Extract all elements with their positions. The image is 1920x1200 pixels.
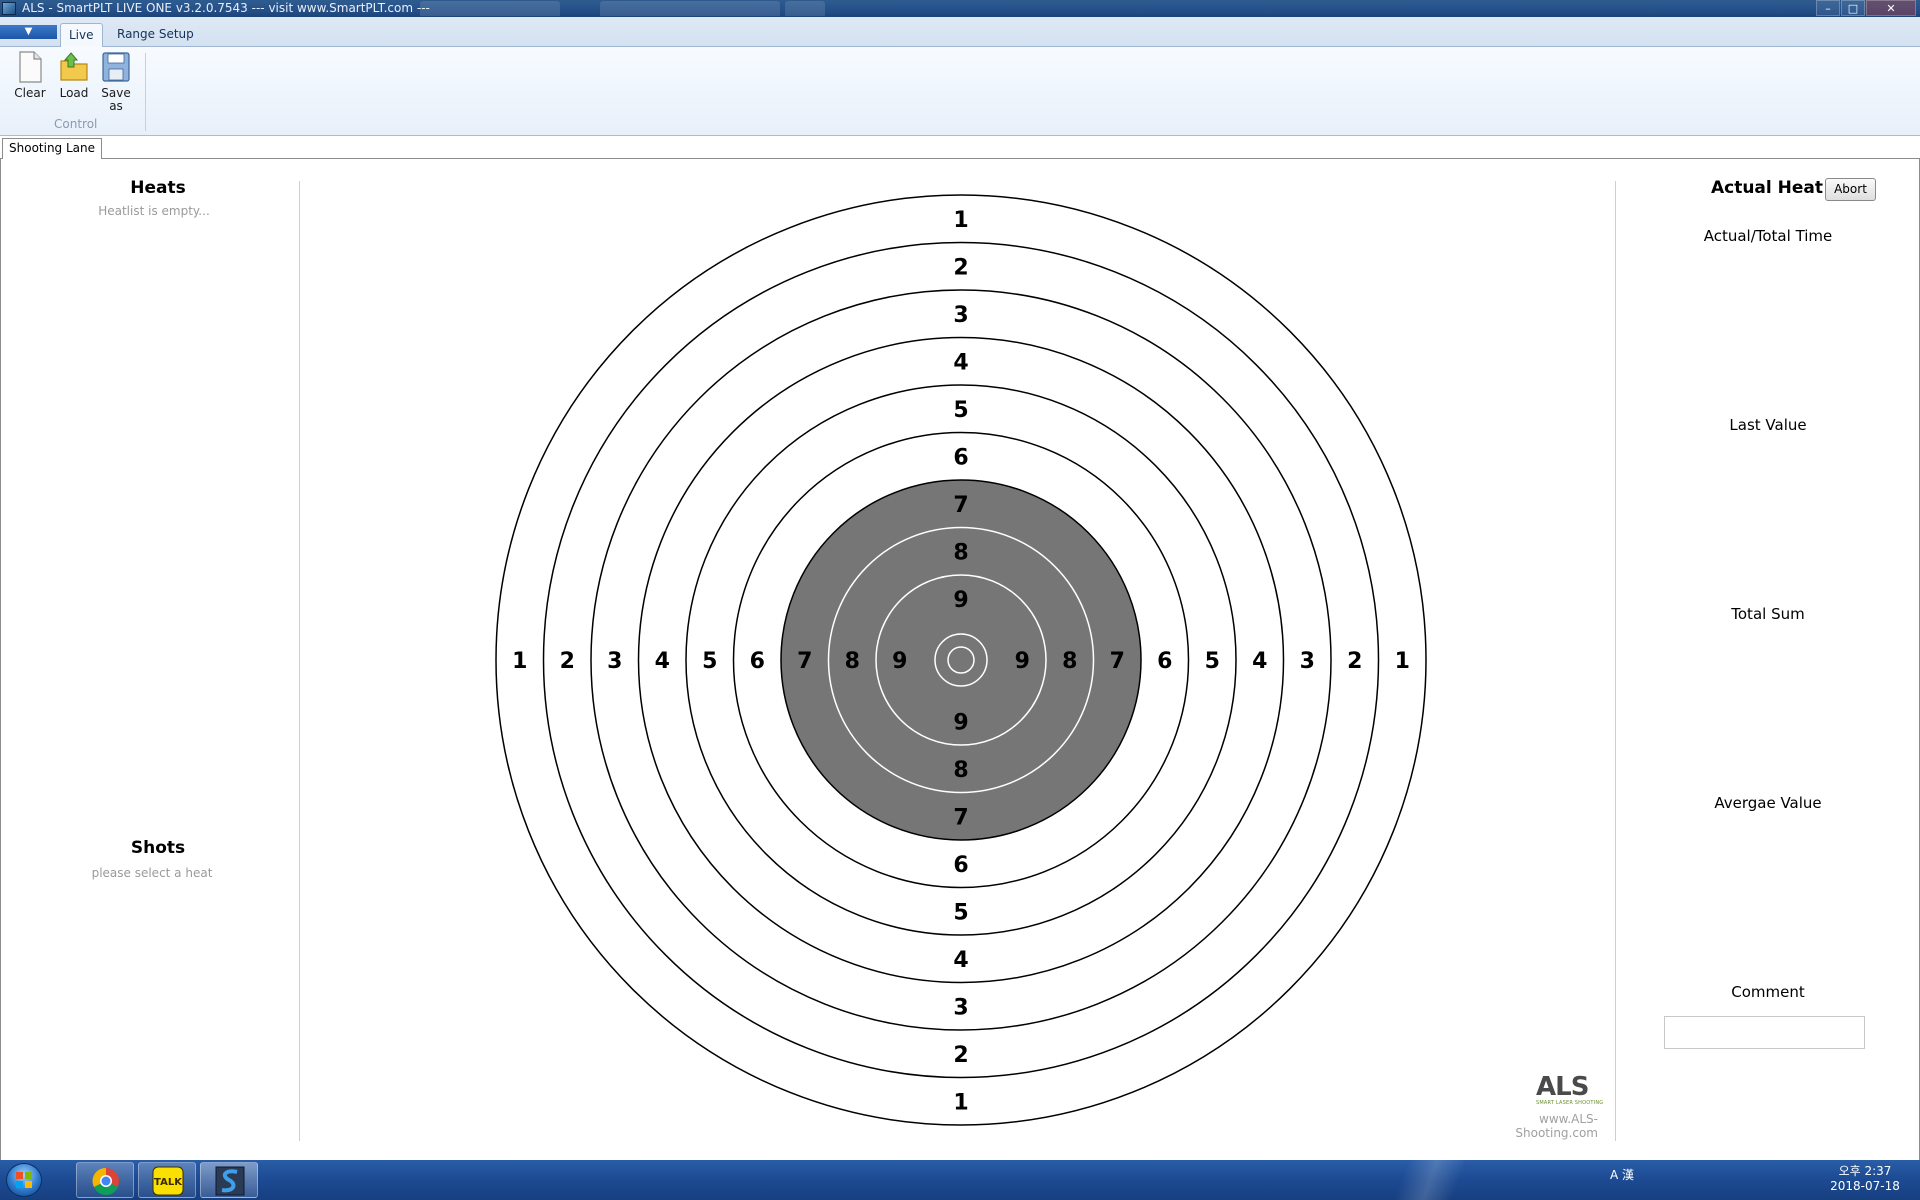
app-menu-button[interactable]: ▼: [0, 25, 57, 39]
minimize-button[interactable]: –: [1816, 0, 1840, 16]
load-button[interactable]: Load: [54, 51, 94, 100]
heats-empty-text: Heatlist is empty...: [98, 204, 210, 218]
chevron-down-icon: ▼: [24, 26, 33, 37]
ribbon-group-separator: [145, 53, 146, 131]
tab-range-setup[interactable]: Range Setup: [109, 23, 202, 47]
app-icon[interactable]: [2, 2, 16, 15]
chrome-icon: [92, 1167, 119, 1195]
ring-label-right-7: 7: [1110, 649, 1125, 674]
website-link[interactable]: www.ALS-Shooting.com: [1460, 1112, 1598, 1140]
clock-time: 오후 2:37: [1838, 1164, 1892, 1178]
ring-label-bottom-9: 9: [953, 710, 968, 735]
actual-heat-title: Actual Heat: [1710, 178, 1824, 198]
ring-label-left-1: 1: [512, 649, 527, 674]
tab-shooting-lane[interactable]: Shooting Lane: [2, 138, 103, 159]
taskbar: TALK A 漢 오후 2:37 2018-07-18: [0, 1160, 1920, 1200]
ring-label-top-7: 7: [953, 493, 968, 518]
total-sum-label: Total Sum: [1731, 605, 1805, 623]
ribbon-group-label: Control: [54, 117, 98, 131]
ring-label-left-8: 8: [845, 649, 860, 674]
document-tab-strip: Shooting Lane: [0, 136, 1920, 159]
maximize-button[interactable]: □: [1841, 0, 1865, 16]
target-ring-10: [934, 633, 988, 687]
ribbon-tab-strip: ▼ Live Range Setup: [0, 17, 1920, 47]
ribbon-panel: Clear Load Save as Control: [0, 47, 1920, 136]
system-tray[interactable]: A 漢: [1610, 1166, 1634, 1183]
ring-label-left-7: 7: [797, 649, 812, 674]
ring-label-top-4: 4: [953, 350, 968, 375]
ring-label-right-4: 4: [1252, 649, 1267, 674]
last-value-label: Last Value: [1729, 416, 1807, 434]
windows-logo-icon: [16, 1172, 32, 1188]
ring-label-top-9: 9: [953, 588, 968, 613]
ring-label-top-2: 2: [953, 255, 968, 280]
ring-label-bottom-7: 7: [953, 805, 968, 830]
right-panel-divider: [1615, 181, 1616, 1141]
save-as-button[interactable]: Save as: [96, 51, 136, 113]
ring-label-bottom-6: 6: [953, 853, 968, 878]
logo-text: ALS: [1536, 1072, 1589, 1102]
ring-label-right-6: 6: [1157, 649, 1172, 674]
title-bar: ALS - SmartPLT LIVE ONE v3.2.0.7543 --- …: [0, 0, 1920, 17]
shooting-target[interactable]: 1 1 1 1 2 2 2 2 3 3 3 3 4 4 4 4 5 5 5 5 6 6 6 6 7 7 7 7 8 8 8 8 9 9 9 9: [494, 193, 1428, 1127]
clock-date: 2018-07-18: [1830, 1179, 1900, 1193]
load-button-label: Load: [59, 86, 89, 100]
window-title: ALS - SmartPLT LIVE ONE v3.2.0.7543 --- …: [22, 1, 430, 15]
taskbar-clock[interactable]: 오후 2:37 2018-07-18: [1820, 1164, 1910, 1194]
talk-icon: TALK: [152, 1166, 184, 1196]
ring-label-left-2: 2: [560, 649, 575, 674]
talk-icon-label: TALK: [154, 1177, 183, 1188]
save-icon: [102, 52, 130, 82]
ring-label-right-3: 3: [1300, 649, 1315, 674]
taskbar-kakaotalk[interactable]: TALK: [138, 1162, 196, 1198]
background-tab: [785, 1, 825, 16]
comment-input[interactable]: [1664, 1016, 1865, 1049]
ring-label-top-8: 8: [953, 540, 968, 565]
ring-label-top-3: 3: [953, 303, 968, 328]
shots-hint-text: please select a heat: [91, 866, 213, 880]
ring-label-left-6: 6: [750, 649, 765, 674]
background-tab: [420, 1, 560, 16]
ring-label-bottom-8: 8: [953, 758, 968, 783]
shots-title: Shots: [130, 838, 186, 858]
ring-label-right-9: 9: [1015, 649, 1030, 674]
ring-label-bottom-1: 1: [953, 1090, 968, 1115]
ring-label-left-9: 9: [892, 649, 907, 674]
clear-button[interactable]: Clear: [10, 51, 50, 100]
heats-title: Heats: [130, 178, 186, 198]
tab-live[interactable]: Live: [60, 23, 103, 47]
actual-total-time-label: Actual/Total Time: [1703, 227, 1833, 245]
left-panel-divider: [299, 181, 300, 1141]
ring-label-right-1: 1: [1395, 649, 1410, 674]
comment-label: Comment: [1731, 983, 1805, 1001]
folder-icon: [60, 52, 88, 81]
ring-label-right-2: 2: [1347, 649, 1362, 674]
ring-label-top-6: 6: [953, 445, 968, 470]
clear-button-label: Clear: [14, 86, 46, 100]
background-tab: [600, 1, 780, 16]
ring-label-left-5: 5: [702, 649, 717, 674]
ring-label-left-3: 3: [607, 649, 622, 674]
taskbar-chrome[interactable]: [76, 1162, 134, 1198]
ring-label-top-1: 1: [953, 208, 968, 233]
ring-label-bottom-4: 4: [953, 948, 968, 973]
logo-subtitle: SMART LASER SHOOTING: [1536, 1100, 1604, 1106]
ring-label-right-5: 5: [1205, 649, 1220, 674]
taskbar-smartplt[interactable]: [200, 1162, 258, 1198]
ring-label-left-4: 4: [655, 649, 670, 674]
ring-label-bottom-2: 2: [953, 1043, 968, 1068]
ring-label-right-8: 8: [1062, 649, 1077, 674]
start-button[interactable]: [6, 1163, 42, 1197]
save-as-button-label: Save as: [101, 86, 131, 113]
smartplt-icon: [215, 1166, 245, 1196]
close-button[interactable]: ✕: [1866, 0, 1916, 16]
als-logo: ALS SMART LASER SHOOTING: [1536, 1072, 1604, 1110]
ring-label-bottom-3: 3: [953, 995, 968, 1020]
ring-label-bottom-5: 5: [953, 900, 968, 925]
abort-button[interactable]: Abort: [1825, 178, 1876, 201]
ring-label-top-5: 5: [953, 398, 968, 423]
average-value-label: Avergae Value: [1714, 794, 1822, 812]
document-icon: [19, 51, 42, 83]
taskbar-decoration: [1350, 1160, 1530, 1200]
